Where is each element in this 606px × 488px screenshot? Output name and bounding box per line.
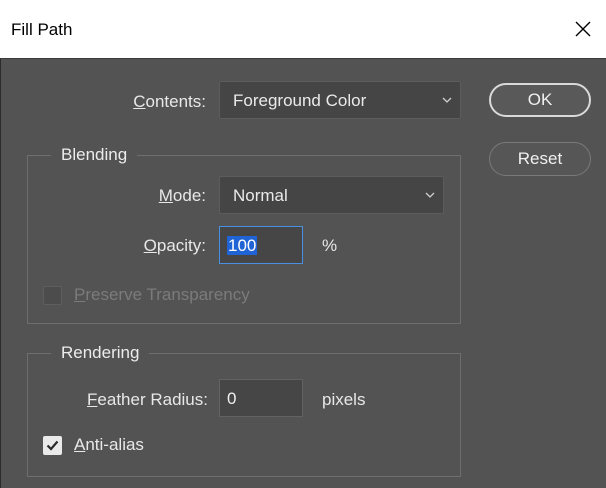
opacity-unit: %: [322, 236, 338, 255]
preserve-transparency-label: Preserve Transparency: [74, 285, 250, 304]
close-button[interactable]: [560, 0, 606, 58]
mode-select[interactable]: Normal: [219, 176, 444, 214]
opacity-value: 100: [227, 236, 258, 255]
opacity-input[interactable]: 100: [219, 226, 303, 264]
anti-alias-label: Anti-alias: [74, 435, 144, 454]
ok-button[interactable]: OK: [489, 83, 591, 117]
contents-label: Contents:: [133, 92, 206, 111]
contents-value: Foreground Color: [233, 91, 367, 110]
chevron-down-icon: [425, 192, 435, 198]
contents-select[interactable]: Foreground Color: [219, 81, 461, 119]
chevron-down-icon: [442, 97, 452, 103]
feather-radius-value: 0: [227, 389, 237, 408]
feather-radius-input[interactable]: 0: [219, 379, 303, 417]
reset-button[interactable]: Reset: [489, 142, 591, 176]
rendering-group-title: Rendering: [51, 343, 150, 363]
feather-radius-label: Feather Radius:: [87, 390, 208, 409]
anti-alias-checkbox[interactable]: [43, 436, 62, 455]
close-icon: [575, 21, 591, 37]
window-title: Fill Path: [11, 20, 73, 39]
title-bar: Fill Path: [0, 0, 606, 59]
blending-group-title: Blending: [51, 145, 138, 165]
mode-label: Mode:: [158, 186, 206, 205]
mode-value: Normal: [233, 186, 288, 205]
opacity-label: Opacity:: [143, 236, 206, 255]
preserve-transparency-checkbox[interactable]: [43, 286, 62, 305]
checkmark-icon: [46, 440, 59, 451]
feather-radius-unit: pixels: [322, 390, 366, 409]
